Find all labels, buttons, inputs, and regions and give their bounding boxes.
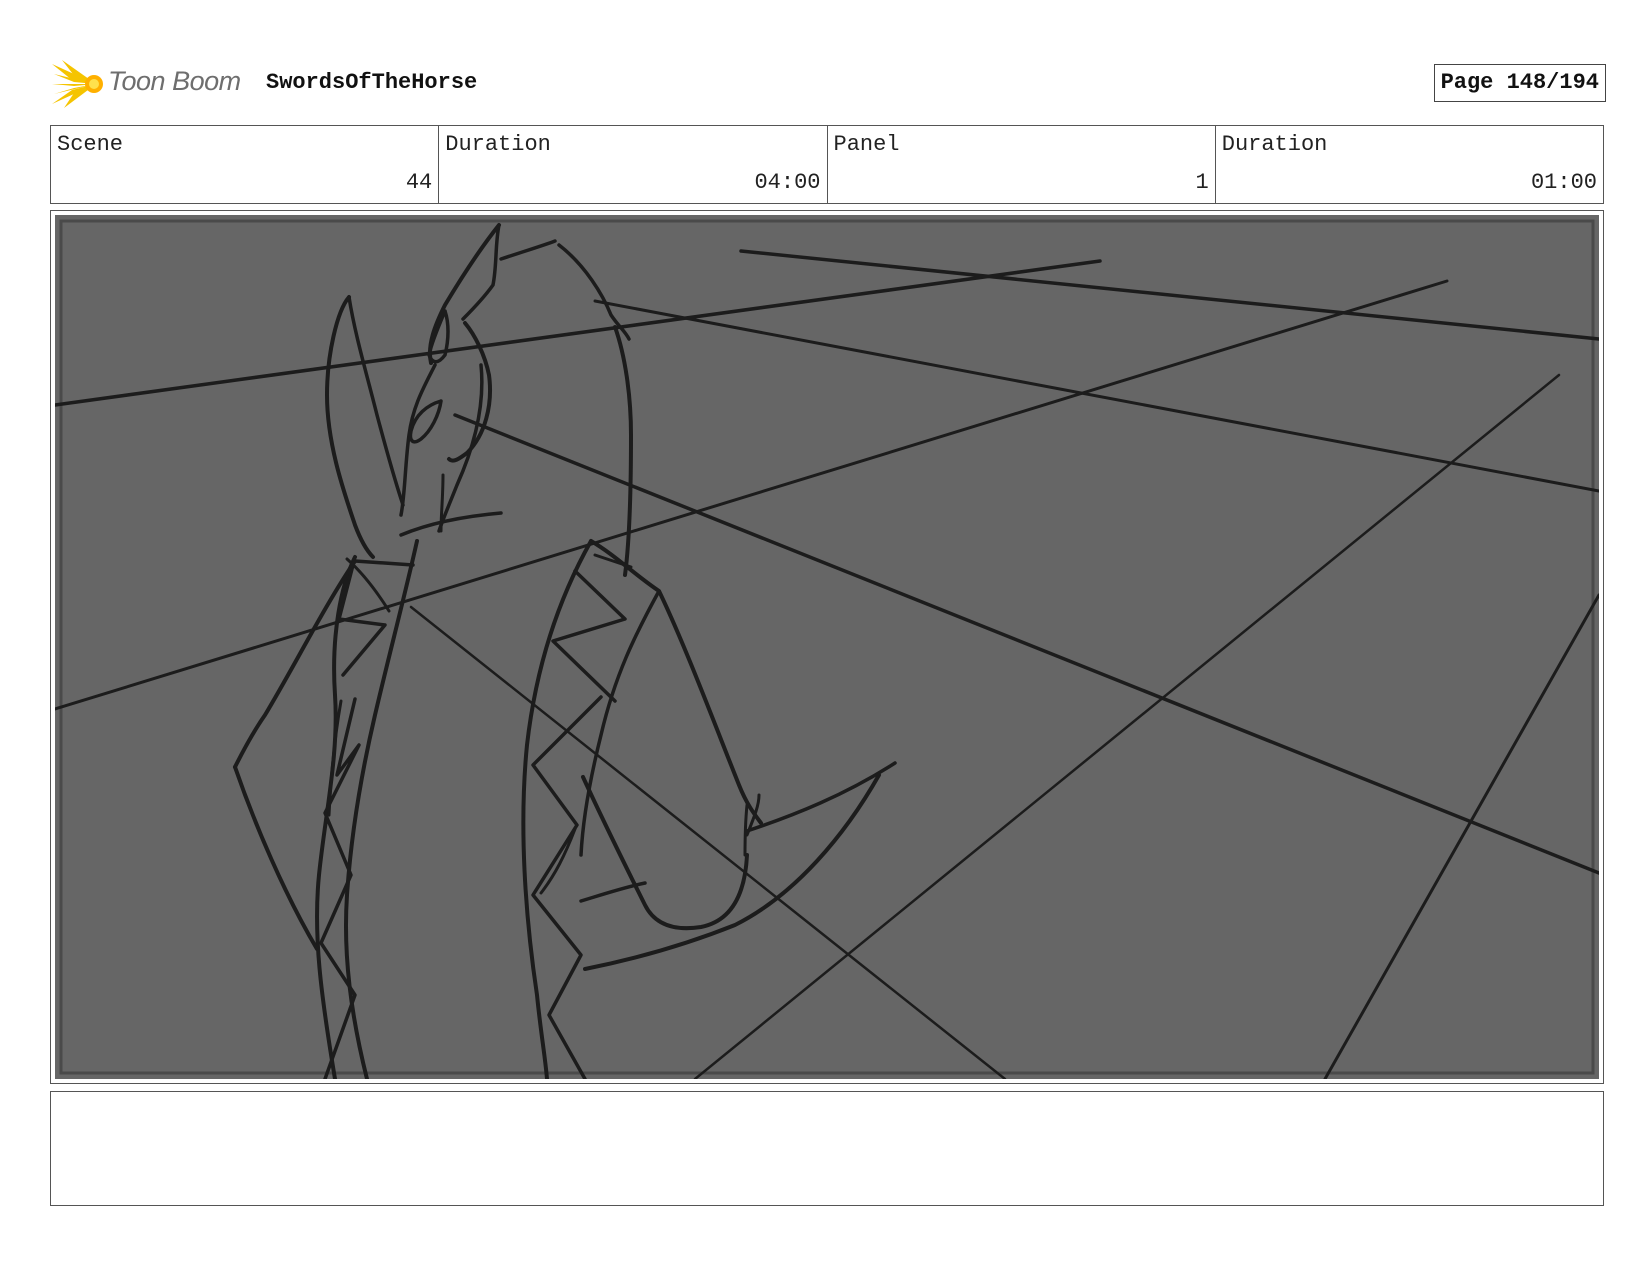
project-title: SwordsOfTheHorse <box>266 70 478 95</box>
scene-value: 44 <box>405 170 433 195</box>
panel-label: Panel <box>833 132 900 157</box>
logo-wordmark: Toon Boom <box>108 66 241 96</box>
toon-boom-logo: Toon Boom <box>52 58 252 108</box>
scene-cell: Scene 44 <box>51 126 440 203</box>
panel-info-table: Scene 44 Duration 04:00 Panel 1 Duration… <box>50 125 1604 204</box>
panel-image <box>55 215 1599 1079</box>
starburst-icon <box>52 60 103 108</box>
panel-value: 1 <box>1195 170 1209 195</box>
panel-cell: Panel 1 <box>828 126 1216 203</box>
page-indicator: Page 148/194 <box>1433 64 1606 102</box>
scene-duration-value: 04:00 <box>754 170 821 195</box>
scene-label: Scene <box>57 132 124 157</box>
storyboard-header: Toon Boom SwordsOfTheHorse Page 148/194 <box>52 58 1606 108</box>
storyboard-sketch <box>55 215 1599 1079</box>
panel-duration-value: 01:00 <box>1530 170 1597 195</box>
panel-notes <box>50 1091 1604 1206</box>
panel-frame <box>50 210 1604 1084</box>
scene-duration-cell: Duration 04:00 <box>439 126 828 203</box>
scene-duration-label: Duration <box>445 132 551 157</box>
panel-duration-label: Duration <box>1221 132 1328 157</box>
panel-duration-cell: Duration 01:00 <box>1216 126 1603 203</box>
